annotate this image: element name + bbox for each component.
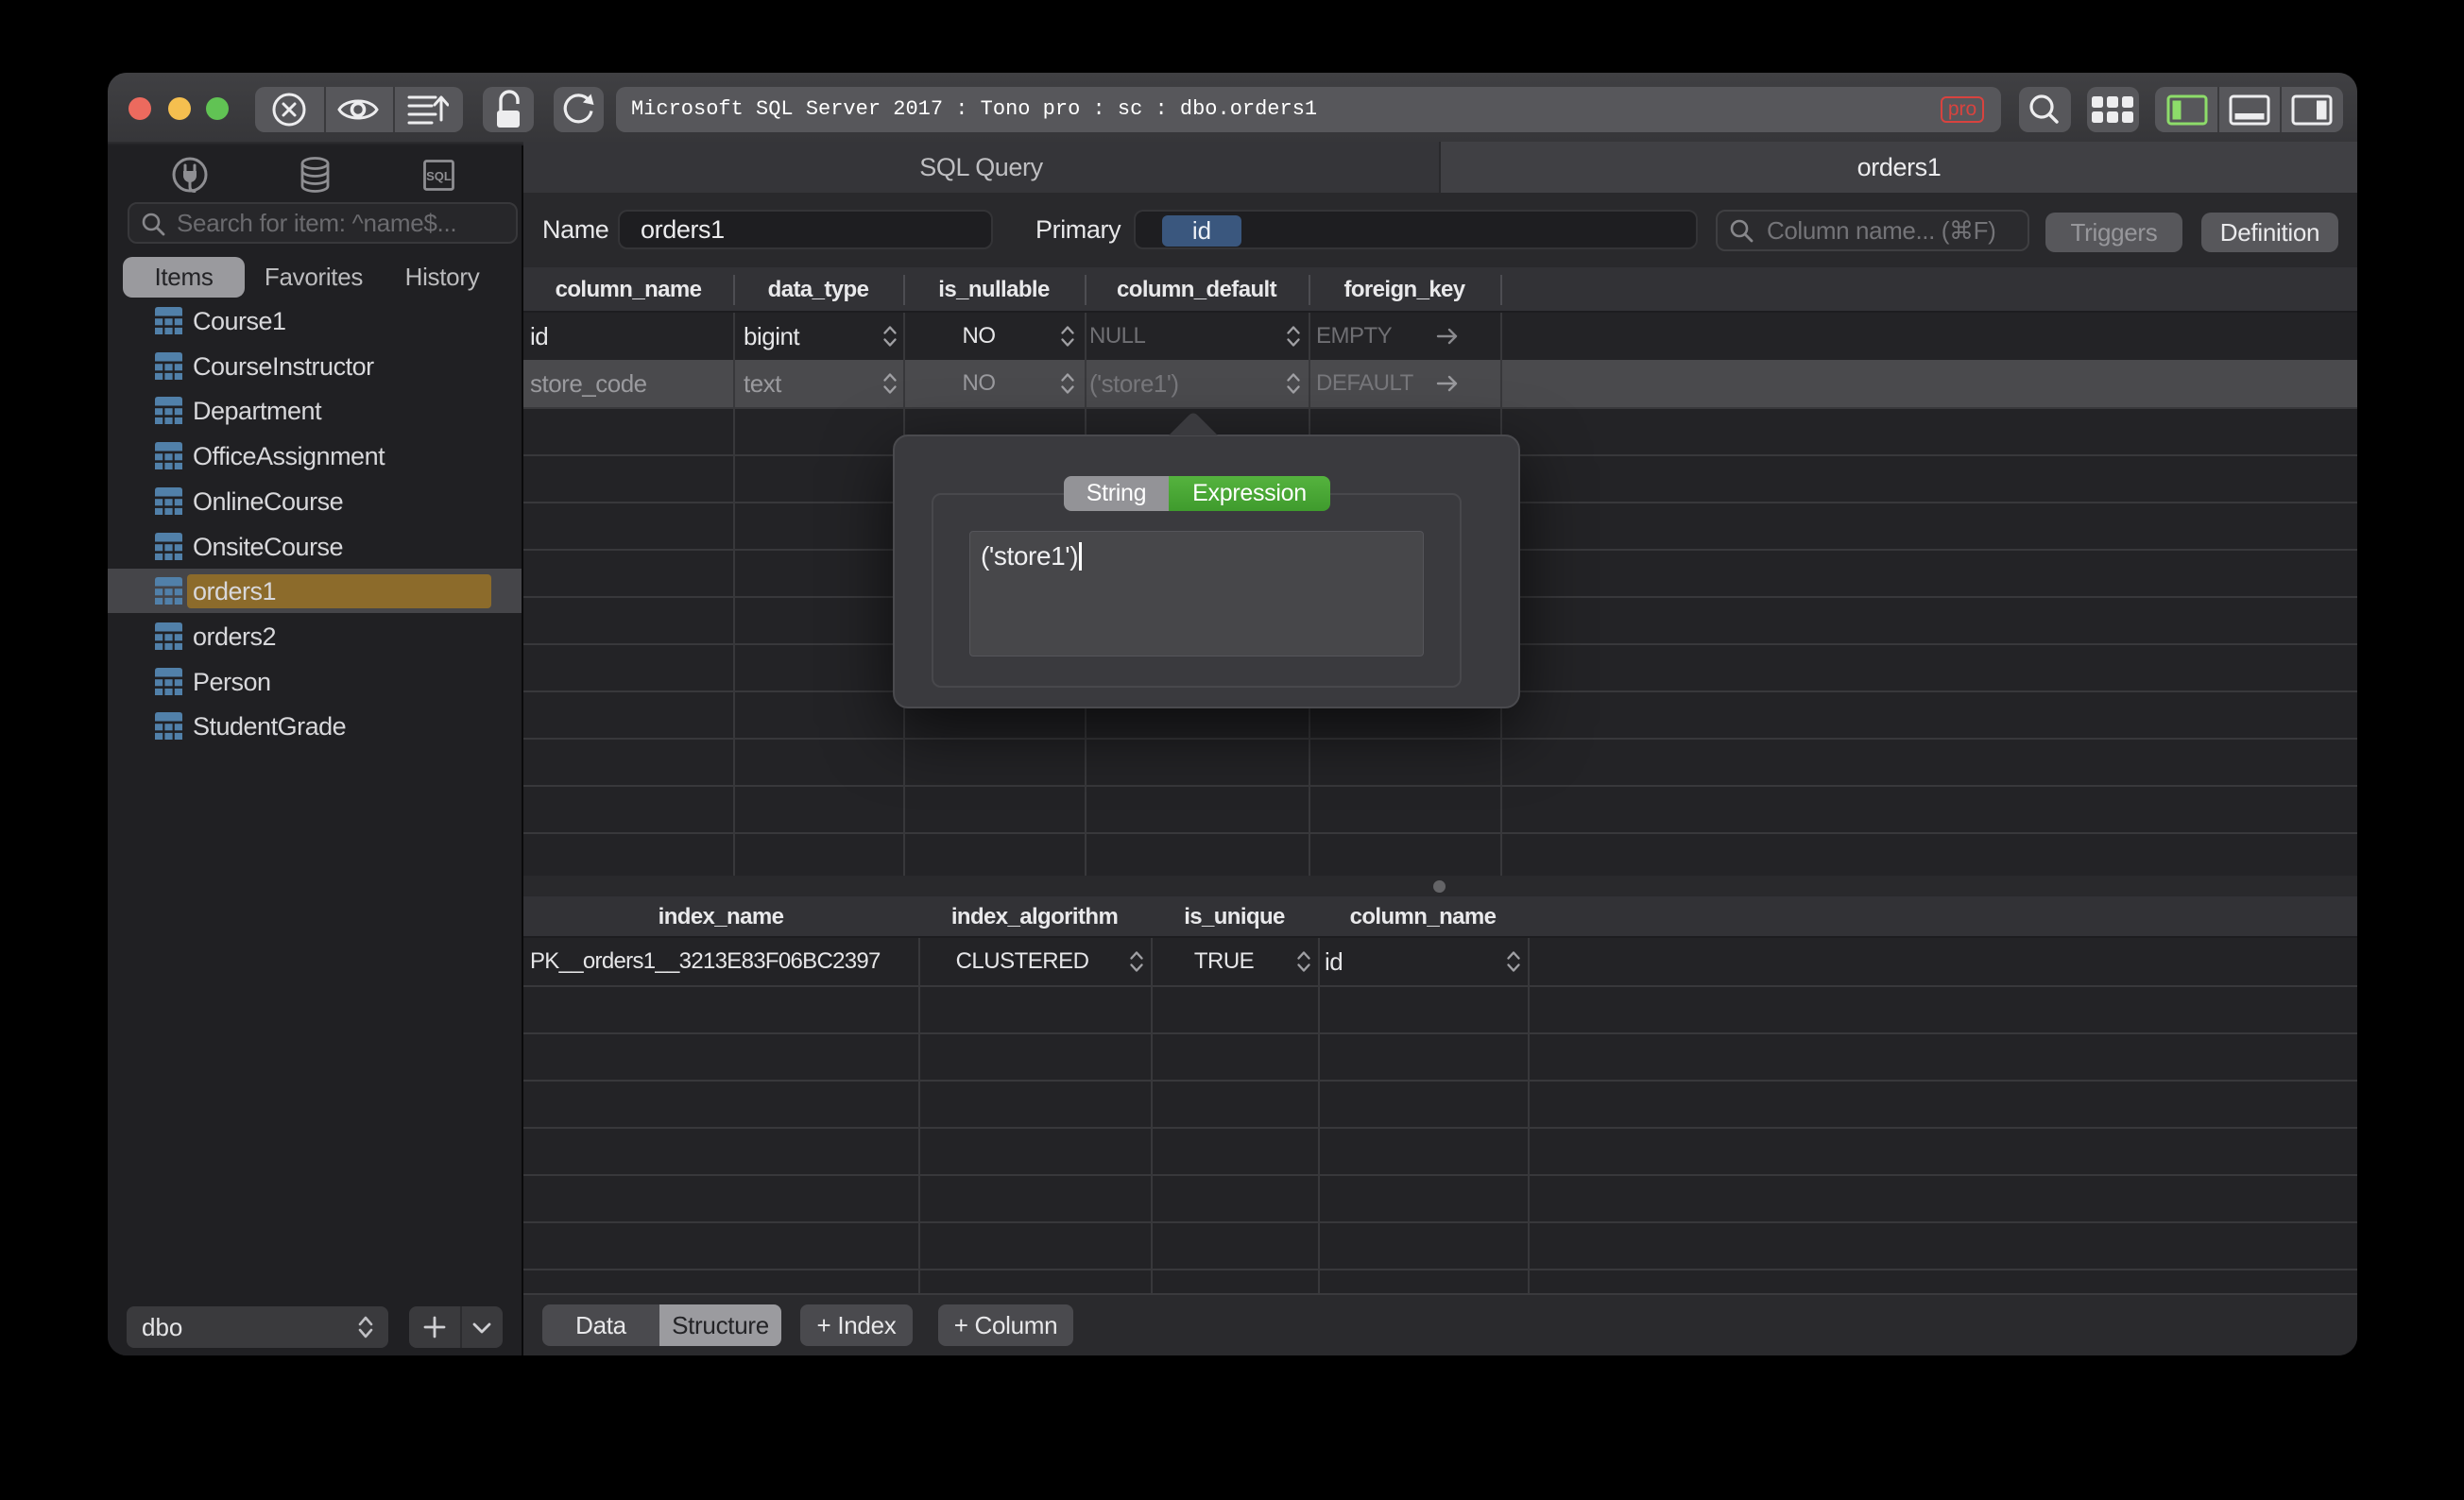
svg-text:SQL: SQL	[426, 169, 452, 183]
